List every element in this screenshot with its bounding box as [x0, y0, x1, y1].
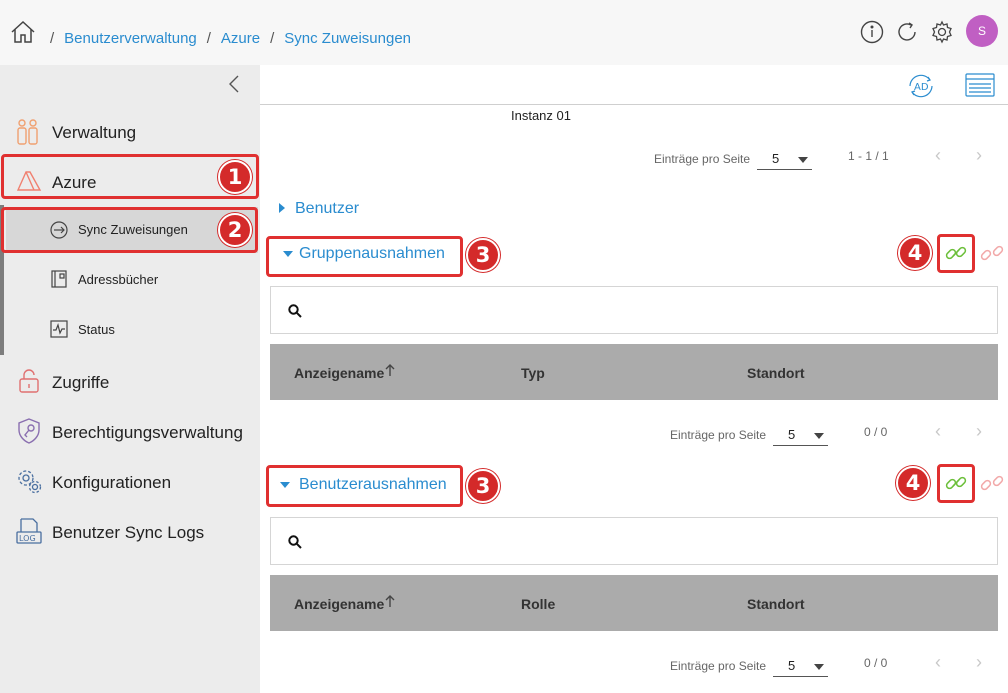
breadcrumb-azure[interactable]: Azure: [221, 30, 260, 47]
section-benutzerausnahmen[interactable]: Benutzerausnahmen: [299, 476, 447, 494]
link-icon[interactable]: [944, 471, 968, 495]
svg-text:AD: AD: [914, 82, 929, 93]
sidebar-item-benutzer-sync-logs[interactable]: Benutzer Sync Logs: [52, 523, 204, 543]
ad-sync-icon[interactable]: AD: [906, 73, 936, 99]
svg-text:LOG: LOG: [19, 534, 36, 543]
gears-icon: [16, 468, 42, 494]
section-gruppenausnahmen[interactable]: Gruppenausnahmen: [299, 245, 445, 263]
settings-gear-icon[interactable]: [930, 20, 954, 44]
sort-arrow-up-icon[interactable]: [384, 363, 396, 377]
breadcrumb-separator: /: [206, 30, 211, 47]
sidebar-subitem-adressbuecher[interactable]: Adressbücher: [78, 272, 158, 287]
link-icon[interactable]: [944, 241, 968, 265]
pager-next-icon[interactable]: ›: [976, 652, 982, 673]
column-header-standort[interactable]: Standort: [747, 365, 805, 381]
search-icon: [288, 304, 302, 318]
home-icon[interactable]: [10, 20, 36, 44]
entries-per-page-value: 5: [772, 151, 780, 166]
column-header-typ[interactable]: Typ: [521, 365, 545, 381]
user-avatar[interactable]: S: [966, 15, 998, 47]
pager-range: 1 - 1 / 1: [848, 149, 889, 163]
entries-per-page-select[interactable]: 5: [757, 148, 812, 170]
expand-caret-right-icon[interactable]: [279, 203, 285, 213]
annotation-badge-2: 2: [218, 213, 252, 247]
window-list-icon[interactable]: [965, 73, 995, 97]
benutzer-table-header: Anzeigename Rolle Standort: [270, 575, 998, 631]
annotation-badge-3: 3: [466, 469, 500, 503]
collapse-caret-down-icon[interactable]: [280, 482, 290, 488]
entries-per-page-label: Einträge pro Seite: [670, 428, 767, 442]
annotation-badge-1: 1: [218, 160, 252, 194]
gruppen-search-input[interactable]: [270, 286, 998, 334]
collapse-sidebar-chevron-icon[interactable]: [228, 75, 240, 93]
address-book-icon: [50, 270, 68, 288]
sidebar-item-zugriffe[interactable]: Zugriffe: [52, 373, 109, 393]
instance-label: Instanz 01: [511, 108, 571, 123]
column-header-anzeigename[interactable]: Anzeigename: [294, 596, 384, 612]
users-icon: [16, 118, 40, 146]
breadcrumb: / Benutzerverwaltung / Azure / Sync Zuwe…: [50, 30, 411, 47]
main-header-divider: [260, 104, 1008, 105]
entries-per-page-value: 5: [788, 658, 796, 673]
unlink-icon[interactable]: [980, 471, 1004, 495]
entries-per-page-value: 5: [788, 427, 796, 442]
column-header-standort[interactable]: Standort: [747, 596, 805, 612]
chevron-down-icon: [814, 433, 824, 439]
gruppen-table-header: Anzeigename Typ Standort: [270, 344, 998, 400]
unlink-icon[interactable]: [980, 241, 1004, 265]
column-header-rolle[interactable]: Rolle: [521, 596, 555, 612]
pager-range: 0 / 0: [864, 425, 888, 439]
pager-prev-icon[interactable]: ‹: [935, 145, 941, 166]
sidebar-subitem-status[interactable]: Status: [78, 322, 115, 337]
refresh-icon[interactable]: [895, 20, 919, 44]
status-pulse-icon: [50, 320, 68, 338]
sidebar-item-berechtigungsverwaltung[interactable]: Berechtigungsverwaltung: [52, 423, 243, 443]
annotation-badge-3: 3: [466, 238, 500, 272]
annotation-badge-4: 4: [896, 466, 930, 500]
pager-range: 0 / 0: [864, 656, 888, 670]
collapse-caret-down-icon[interactable]: [283, 251, 293, 257]
sidebar-item-konfigurationen[interactable]: Konfigurationen: [52, 473, 171, 493]
shield-key-icon: [18, 418, 40, 444]
sidebar-item-verwaltung[interactable]: Verwaltung: [52, 123, 136, 143]
chevron-down-icon: [798, 157, 808, 163]
log-icon: LOG: [16, 518, 42, 544]
gruppen-entries-per-page-select[interactable]: 5: [773, 424, 828, 446]
pager-next-icon[interactable]: ›: [976, 421, 982, 442]
search-icon: [288, 535, 302, 549]
section-benutzer[interactable]: Benutzer: [295, 200, 359, 218]
lock-open-icon: [18, 368, 40, 394]
pager-prev-icon[interactable]: ‹: [935, 421, 941, 442]
entries-per-page-label: Einträge pro Seite: [670, 659, 767, 673]
info-icon[interactable]: [860, 20, 884, 44]
benutzer-entries-per-page-select[interactable]: 5: [773, 655, 828, 677]
benutzer-search-input[interactable]: [270, 517, 998, 565]
breadcrumb-sync-zuweisungen[interactable]: Sync Zuweisungen: [284, 30, 411, 47]
column-header-anzeigename[interactable]: Anzeigename: [294, 365, 384, 381]
breadcrumb-separator: /: [50, 30, 55, 47]
annotation-badge-4: 4: [898, 236, 932, 270]
chevron-down-icon: [814, 664, 824, 670]
breadcrumb-separator: /: [270, 30, 275, 47]
pager-prev-icon[interactable]: ‹: [935, 652, 941, 673]
pager-next-icon[interactable]: ›: [976, 145, 982, 166]
breadcrumb-benutzerverwaltung[interactable]: Benutzerverwaltung: [64, 30, 197, 47]
entries-per-page-label: Einträge pro Seite: [654, 152, 751, 166]
sort-arrow-up-icon[interactable]: [384, 594, 396, 608]
